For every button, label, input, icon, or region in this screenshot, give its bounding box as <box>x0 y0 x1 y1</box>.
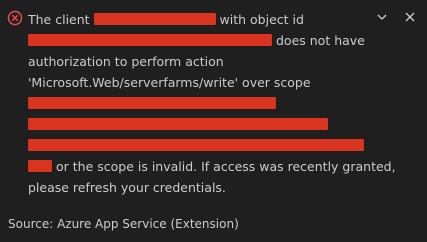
message-line-1: The client with object id <box>28 9 368 30</box>
message-line-6 <box>28 114 368 135</box>
close-icon <box>405 12 415 22</box>
message-line-4: 'Microsoft.Web/serverfarms/write' over s… <box>28 72 368 93</box>
redacted-scope <box>28 118 328 130</box>
message-text: or the scope is invalid. If access was r… <box>55 159 396 174</box>
notification-source: Source: Azure App Service (Extension) <box>8 217 239 231</box>
message-line-9: please refresh your credentials. <box>28 177 368 198</box>
message-line-7 <box>28 135 368 156</box>
notification-message: The client with object id does not have … <box>28 9 396 198</box>
message-text: please refresh your credentials. <box>28 180 226 195</box>
message-line-3: authorization to perform action <box>28 51 368 72</box>
message-line-5 <box>28 93 368 114</box>
message-text: authorization to perform action <box>28 54 224 69</box>
redacted-client-name <box>93 13 216 25</box>
redacted-object-id <box>28 34 272 46</box>
message-text: does not have <box>275 33 365 48</box>
message-text: with object id <box>219 12 304 27</box>
message-text: The client <box>28 12 90 27</box>
redacted-scope <box>28 97 276 109</box>
redacted-scope <box>28 139 364 151</box>
message-line-8: or the scope is invalid. If access was r… <box>28 156 396 177</box>
chevron-down-icon <box>377 14 387 20</box>
message-text: 'Microsoft.Web/serverfarms/write' over s… <box>28 75 311 90</box>
error-icon <box>7 10 23 26</box>
notification-actions <box>375 10 417 24</box>
notification-toast: The client with object id does not have … <box>0 0 427 242</box>
close-button[interactable] <box>403 10 417 24</box>
collapse-button[interactable] <box>375 10 389 24</box>
message-line-2: does not have <box>28 30 368 51</box>
redacted-scope <box>28 160 52 172</box>
